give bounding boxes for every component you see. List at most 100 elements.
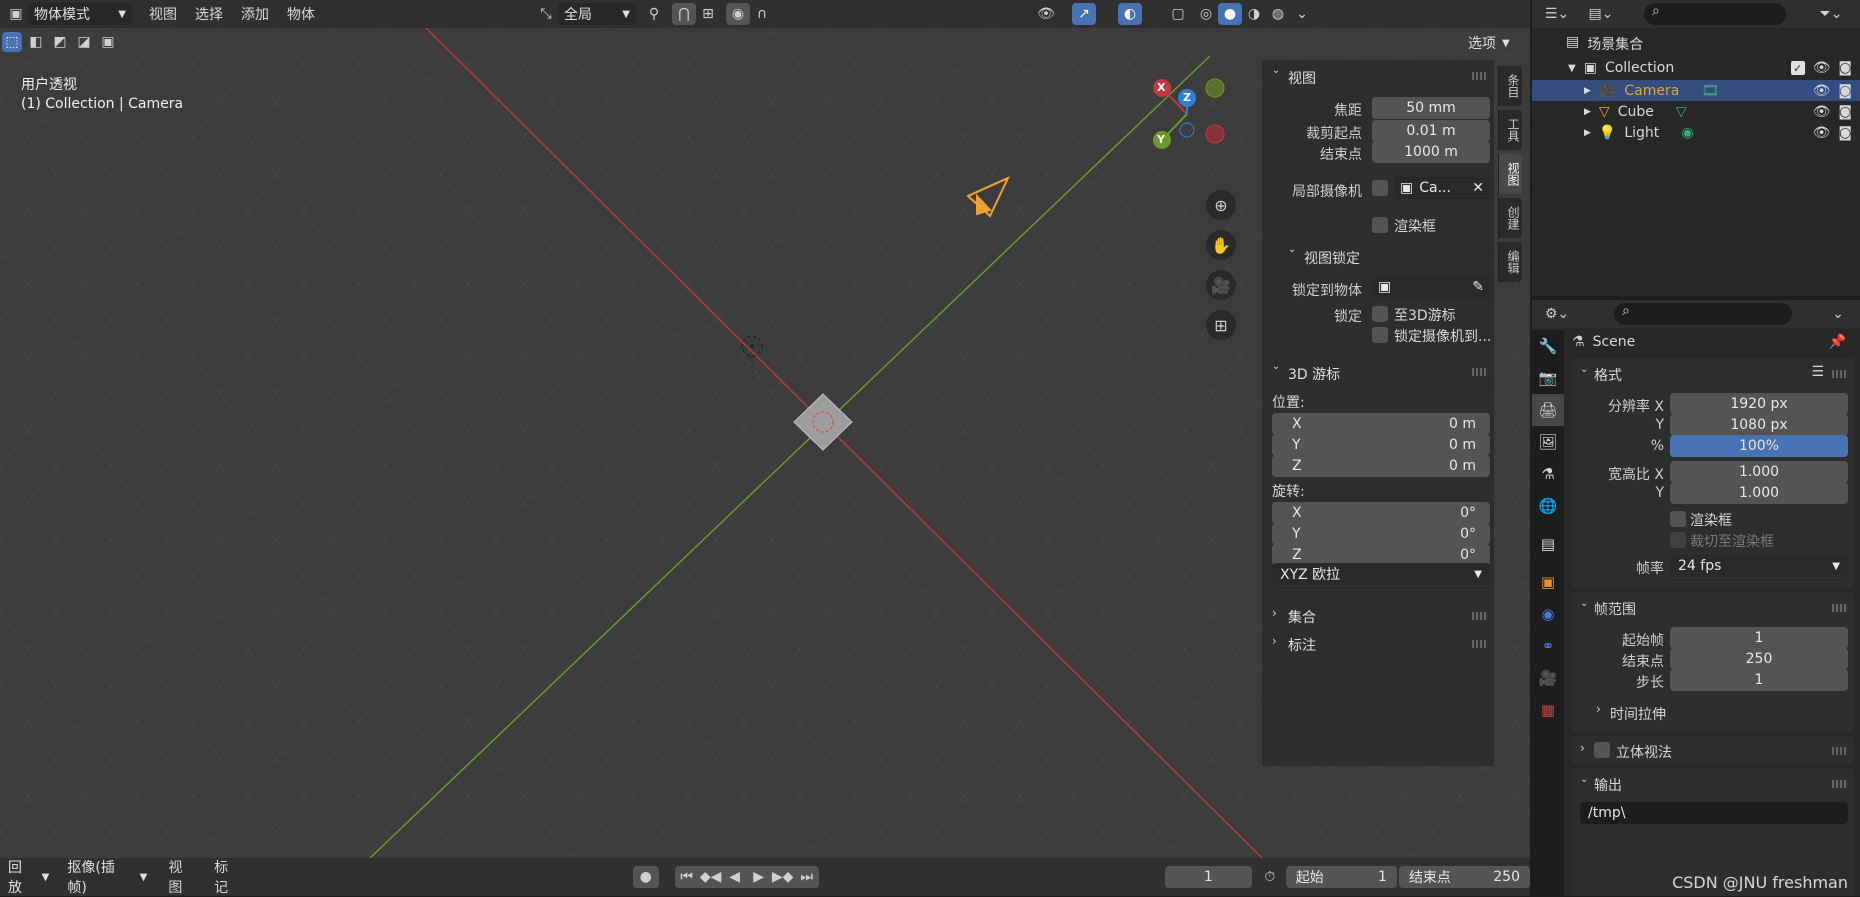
annotation-section[interactable]: › 标注 [1262, 630, 1494, 656]
tab-create[interactable]: 创建 [1498, 198, 1522, 238]
fps-dropdown[interactable]: 24 fps▼ [1670, 555, 1848, 577]
end-frame-field[interactable]: 250 [1670, 648, 1848, 670]
aspect-x-field[interactable]: 1.000 [1670, 461, 1848, 483]
stereo-panel[interactable]: › 立体视法 [1572, 736, 1854, 764]
scene-tab-icon[interactable]: ⚗ [1532, 458, 1564, 490]
perspective-toggle-icon[interactable]: ⊞ [1206, 310, 1236, 340]
outliner-search-input[interactable]: ⌕ [1644, 3, 1786, 25]
timeline-menu-marker[interactable]: 标记 [205, 857, 251, 897]
frame-range-header[interactable]: 帧范围 [1594, 599, 1636, 619]
step-field[interactable]: 1 [1670, 669, 1848, 691]
start-frame-field[interactable]: 1 [1670, 627, 1848, 649]
eye-icon[interactable]: 👁 [1813, 83, 1831, 99]
render-camera-icon[interactable]: ◙ [1838, 104, 1852, 120]
chevron-down-icon[interactable]: ⌄ [1580, 364, 1588, 375]
options-dropdown[interactable]: 选项▼ [1462, 32, 1516, 54]
rotation-mode-dropdown[interactable]: XYZ 欧拉▼ [1272, 563, 1490, 585]
next-keyframe-icon[interactable]: ▶◆ [771, 866, 795, 888]
orientation-dropdown[interactable]: 全局▼ [558, 3, 636, 25]
time-stretch-header[interactable]: 时间拉伸 [1610, 704, 1666, 724]
editor-type-icon[interactable]: ⚙⌄ [1540, 303, 1574, 325]
chevron-down-icon[interactable]: ⌄ [1272, 361, 1280, 372]
outliner-item-light[interactable]: ▶💡Light◉👁◙ [1532, 122, 1860, 143]
texture-tab-icon[interactable]: ▦ [1532, 694, 1564, 726]
res-y-field[interactable]: 1080 px [1670, 414, 1848, 436]
tab-edit[interactable]: 编辑 [1498, 242, 1522, 282]
timeline-menu-view[interactable]: 视图 [159, 857, 205, 897]
drag-grip-icon[interactable] [1832, 747, 1846, 755]
eye-icon[interactable]: 👁 [1813, 104, 1831, 120]
jump-start-icon[interactable]: ⏮ [675, 866, 699, 888]
object-tab-icon[interactable]: ▣ [1532, 566, 1564, 598]
properties-search-input[interactable]: ⌕ [1614, 303, 1792, 325]
output-path-field[interactable]: /tmp\ [1580, 802, 1848, 824]
snap-target-icon[interactable]: ⊞ [696, 3, 720, 25]
display-mode-icon[interactable]: ▤⌄ [1584, 3, 1618, 25]
falloff-icon[interactable]: ∩ [750, 3, 774, 25]
render-border-checkbox[interactable] [1372, 217, 1388, 233]
editor-type-icon[interactable]: ▣ [4, 3, 28, 25]
filter-icon[interactable]: ⏷⌄ [1814, 3, 1848, 25]
overlay-toggle-icon[interactable]: ◐ [1118, 3, 1142, 25]
lock-camera-checkbox[interactable] [1372, 327, 1388, 343]
eyedropper-icon[interactable]: ✎ [1472, 279, 1484, 295]
current-frame-field[interactable]: 1 [1165, 866, 1252, 888]
collection-row[interactable]: ▼ ▣ Collection ✓ 👁 ◙ [1568, 58, 1860, 78]
local-camera-checkbox[interactable] [1372, 180, 1388, 196]
material-shading-icon[interactable]: ◑ [1242, 3, 1266, 25]
menu-select[interactable]: 选择 [186, 4, 232, 24]
local-camera-field[interactable]: ▣Ca...✕ [1394, 177, 1490, 199]
outliner-item-camera[interactable]: ▶🎥Camera🎞👁◙ [1532, 80, 1860, 101]
play-reverse-icon[interactable]: ◀ [723, 866, 747, 888]
lock-cursor-checkbox[interactable] [1372, 306, 1388, 322]
drag-grip-icon[interactable] [1832, 780, 1846, 788]
view-layer-tab-icon[interactable]: 🖼 [1532, 426, 1564, 458]
chevron-down-icon[interactable]: ⌄ [1580, 774, 1588, 785]
drag-grip-icon[interactable] [1472, 640, 1486, 648]
view-lock-header[interactable]: 视图锁定 [1304, 248, 1360, 268]
focal-field[interactable]: 50 mm [1372, 97, 1490, 119]
constraints-tab-icon[interactable]: ⚭ [1532, 630, 1564, 662]
editor-type-icon[interactable]: ☰⌄ [1540, 3, 1574, 25]
drag-grip-icon[interactable] [1472, 72, 1486, 80]
cube-data-icon[interactable]: ▽ [1676, 104, 1687, 120]
select-intersect-icon[interactable]: ▣ [98, 32, 118, 52]
collection-tab-icon[interactable]: ▤ [1532, 528, 1564, 560]
rendered-shading-icon[interactable]: ◍ [1266, 3, 1290, 25]
menu-add[interactable]: 添加 [232, 4, 278, 24]
select-invert-icon[interactable]: ◪ [74, 32, 94, 52]
light-data-icon[interactable]: ◉ [1681, 125, 1693, 141]
render-tab-icon[interactable]: 📷 [1532, 362, 1564, 394]
pivot-icon[interactable]: ⚲ [642, 3, 666, 25]
select-extend-icon[interactable]: ◧ [26, 32, 46, 52]
playback-dropdown[interactable]: 回放▼ [2, 866, 55, 888]
stereo-checkbox[interactable] [1594, 742, 1610, 758]
pan-hand-icon[interactable]: ✋ [1206, 230, 1236, 260]
gizmo-toggle-icon[interactable]: ↗ [1072, 3, 1096, 25]
loc-y-field[interactable]: Y0 m [1272, 434, 1490, 456]
world-tab-icon[interactable]: 🌐 [1532, 490, 1564, 522]
visibility-icon[interactable]: 👁 [1034, 3, 1058, 25]
eye-icon[interactable]: 👁 [1813, 60, 1831, 76]
aspect-y-field[interactable]: 1.000 [1670, 482, 1848, 504]
drag-grip-icon[interactable] [1472, 612, 1486, 620]
end-frame-timeline-field[interactable]: 结束点250 [1399, 866, 1530, 888]
proportional-edit-icon[interactable]: ◉ [726, 3, 750, 25]
output-tab-icon[interactable]: 🖨 [1532, 394, 1564, 426]
clear-icon[interactable]: ✕ [1472, 180, 1484, 196]
tab-tool[interactable]: 工具 [1498, 110, 1522, 150]
options-chevron-icon[interactable]: ⌄ [1826, 303, 1850, 325]
chevron-down-icon[interactable]: ⌄ [1580, 598, 1588, 609]
navigation-gizmo[interactable] [1140, 68, 1230, 168]
wireframe-shading-icon[interactable]: ◎ [1194, 3, 1218, 25]
collection-checkbox[interactable]: ✓ [1791, 61, 1805, 75]
res-x-field[interactable]: 1920 px [1670, 393, 1848, 415]
drag-grip-icon[interactable] [1472, 368, 1486, 376]
output-header[interactable]: 输出 [1594, 775, 1622, 795]
loc-x-field[interactable]: X0 m [1272, 413, 1490, 435]
camera-view-icon[interactable]: 🎥 [1206, 270, 1236, 300]
menu-object[interactable]: 物体 [278, 4, 324, 24]
start-frame-timeline-field[interactable]: 起始1 [1286, 866, 1397, 888]
chevron-down-icon[interactable]: ⌄ [1272, 65, 1280, 76]
prev-keyframe-icon[interactable]: ◆◀ [699, 866, 723, 888]
